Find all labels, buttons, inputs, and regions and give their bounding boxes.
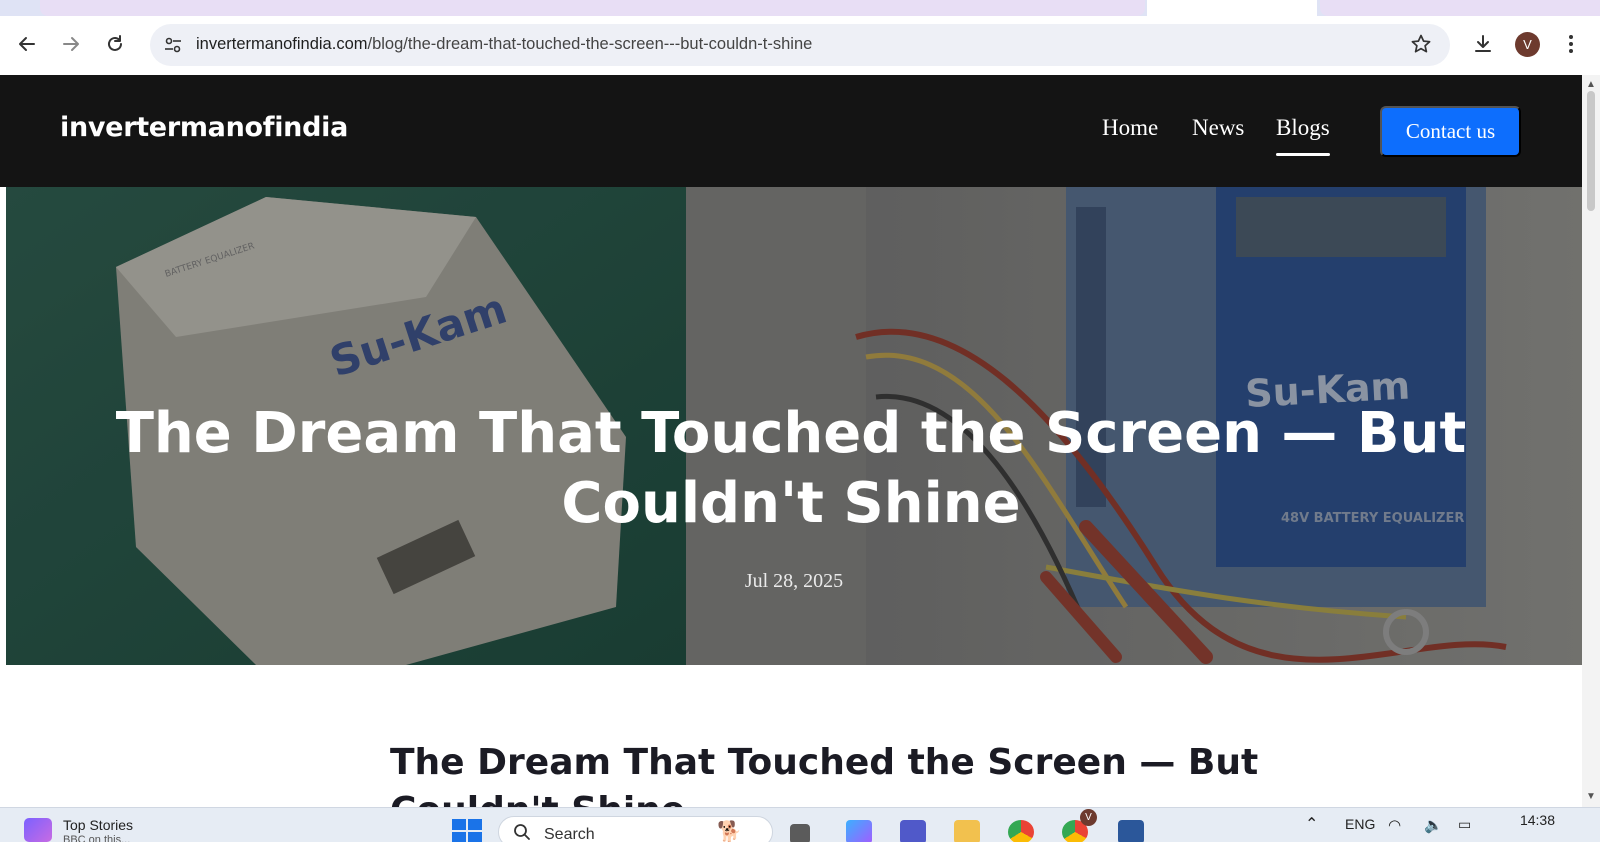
contact-us-button[interactable]: Contact us [1380, 106, 1521, 157]
search-highlight-icon: 🐕 [717, 821, 742, 842]
language-indicator[interactable]: ENG [1345, 816, 1375, 832]
wifi-icon[interactable]: ◠ [1388, 816, 1401, 834]
web-page: invertermanofindia Home News Blogs Conta… [0, 75, 1582, 807]
copilot-icon[interactable] [846, 820, 872, 842]
back-icon[interactable] [12, 29, 42, 59]
site-info-icon[interactable] [162, 34, 184, 56]
url-domain: invertermanofindia.com [196, 35, 368, 53]
news-widget-title[interactable]: Top Stories [63, 817, 133, 833]
site-logo[interactable]: invertermanofindia [60, 112, 348, 143]
url-path: /blog/the-dream-that-touched-the-screen-… [367, 35, 813, 53]
word-icon[interactable] [1118, 820, 1144, 842]
menu-kebab-icon[interactable] [1556, 29, 1586, 59]
site-header: invertermanofindia Home News Blogs Conta… [0, 75, 1582, 187]
article-title: The Dream That Touched the Screen — But … [390, 742, 1259, 807]
active-tab[interactable] [1147, 0, 1317, 16]
tab-group-right[interactable] [1320, 0, 1600, 16]
system-clock[interactable]: 14:38 [1485, 812, 1555, 828]
chrome-profile-badge: V [1080, 809, 1097, 826]
bookmark-star-icon[interactable] [1410, 33, 1432, 61]
browser-toolbar: invertermanofindia.com/blog/the-dream-th… [0, 16, 1600, 75]
task-view-icon[interactable] [790, 824, 810, 842]
windows-taskbar: Top Stories BBC on this... Search 🐕 V ⌃ … [0, 807, 1600, 842]
url-text[interactable]: invertermanofindia.com/blog/the-dream-th… [196, 35, 812, 54]
tab-strip [0, 0, 1600, 16]
hero-date: Jul 28, 2025 [744, 570, 844, 592]
battery-icon[interactable]: ▭ [1458, 816, 1471, 833]
chrome-icon[interactable] [1008, 820, 1034, 842]
news-widget-subtitle: BBC on this... [63, 834, 131, 842]
page-scrollbar[interactable]: ▲ ▼ [1582, 75, 1600, 807]
news-widget-icon[interactable] [24, 818, 52, 842]
taskbar-search[interactable]: Search 🐕 [498, 816, 773, 842]
search-icon [513, 823, 531, 842]
volume-icon[interactable]: 🔈 [1424, 816, 1443, 834]
scroll-thumb[interactable] [1587, 91, 1595, 211]
nav-blogs-link[interactable]: Blogs [1276, 115, 1330, 141]
windows-start-icon[interactable] [452, 819, 482, 842]
scroll-down-arrow-icon[interactable]: ▼ [1586, 791, 1596, 802]
tray-overflow-chevron-icon[interactable]: ⌃ [1305, 814, 1318, 834]
hero-banner: Su-Kam BATTERY EQUALIZER Su-Kam 48V BATT… [6, 187, 1582, 665]
reload-icon[interactable] [100, 29, 130, 59]
scroll-up-arrow-icon[interactable]: ▲ [1586, 79, 1596, 90]
nav-home-link[interactable]: Home [1102, 115, 1158, 141]
address-bar[interactable]: invertermanofindia.com/blog/the-dream-th… [150, 24, 1450, 66]
search-placeholder: Search [544, 826, 595, 842]
hero-title: The Dream That Touched the Screen — But … [115, 401, 1467, 536]
download-icon[interactable] [1468, 29, 1498, 59]
nav-news-link[interactable]: News [1192, 115, 1244, 141]
teams-icon[interactable] [900, 820, 926, 842]
forward-icon[interactable] [56, 29, 86, 59]
tab-group[interactable] [40, 0, 1145, 16]
nav-active-indicator [1276, 153, 1330, 156]
profile-avatar[interactable]: V [1515, 32, 1540, 57]
file-explorer-icon[interactable] [954, 820, 980, 842]
